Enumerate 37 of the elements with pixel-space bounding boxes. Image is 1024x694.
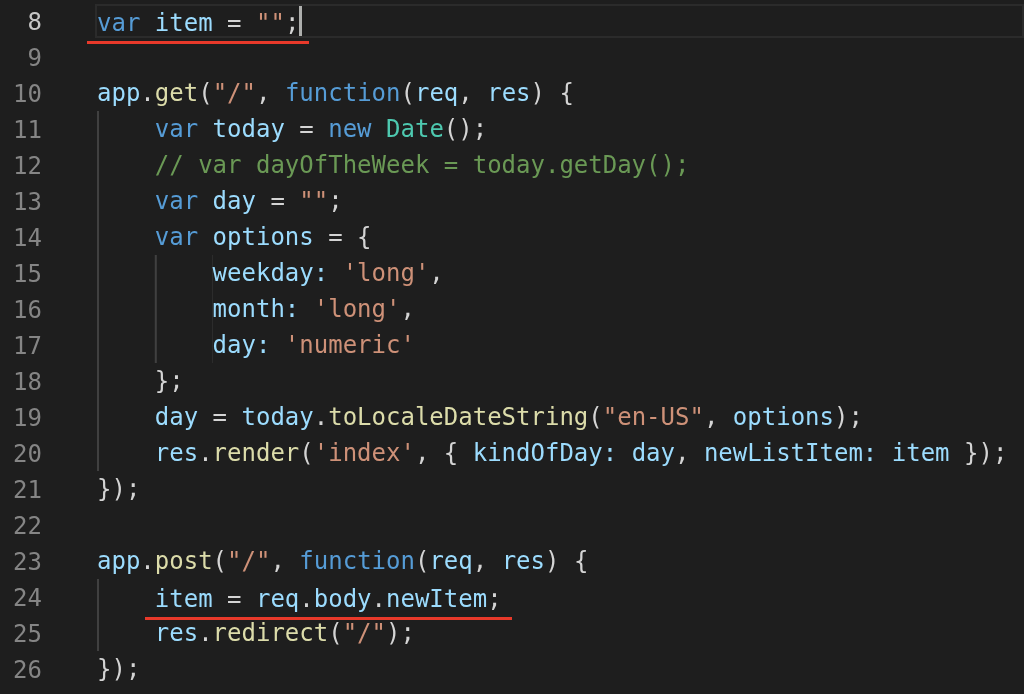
- code-line: day = today.toLocaleDateString("en-US", options);: [154, 402, 863, 432]
- line-number: 19: [12, 403, 42, 434]
- line-number: 20: [12, 439, 42, 470]
- line-number: 9: [26, 43, 42, 74]
- code-line: month: 'long',: [212, 294, 415, 324]
- code-line: app.get("/", function(req, res) {: [97, 78, 574, 108]
- line-number: 21: [12, 475, 42, 506]
- text-cursor: [299, 6, 303, 36]
- code-line: res.redirect("/");: [154, 618, 415, 648]
- line-number: 15: [12, 259, 42, 290]
- line-number: 17: [12, 331, 42, 362]
- code-line: });: [97, 474, 141, 504]
- line-number: 8: [26, 7, 42, 38]
- code-line: app.post("/", function(req, res) {: [97, 546, 589, 576]
- line-number: 23: [12, 547, 42, 578]
- code-line: day: 'numeric': [212, 330, 415, 360]
- line-number: 24: [12, 583, 42, 614]
- line-number: 14: [12, 223, 42, 254]
- code-line: };: [154, 366, 184, 396]
- code-line: // var dayOfTheWeek = today.getDay();: [154, 150, 690, 180]
- line-number: 26: [12, 655, 42, 686]
- line-number: 10: [12, 79, 42, 110]
- line-number: 18: [12, 367, 42, 398]
- line-number: 11: [12, 115, 42, 146]
- code-line: weekday: 'long',: [212, 258, 444, 288]
- code-line: var options = {: [154, 222, 372, 252]
- line-number: 16: [12, 295, 42, 326]
- line-number: 13: [12, 187, 42, 218]
- code-line: item = req.body.newItem;: [154, 584, 502, 614]
- code-line: });: [97, 654, 141, 684]
- code-line: res.render('index', { kindOfDay: day, newListItem: item });: [154, 438, 1008, 468]
- code-line: var day = "";: [154, 186, 343, 216]
- line-number: 22: [12, 511, 42, 542]
- line-number: 25: [12, 619, 42, 650]
- code-line: var today = new Date();: [154, 114, 488, 144]
- line-number: 12: [12, 151, 42, 182]
- code-line: var item = "";: [97, 8, 300, 38]
